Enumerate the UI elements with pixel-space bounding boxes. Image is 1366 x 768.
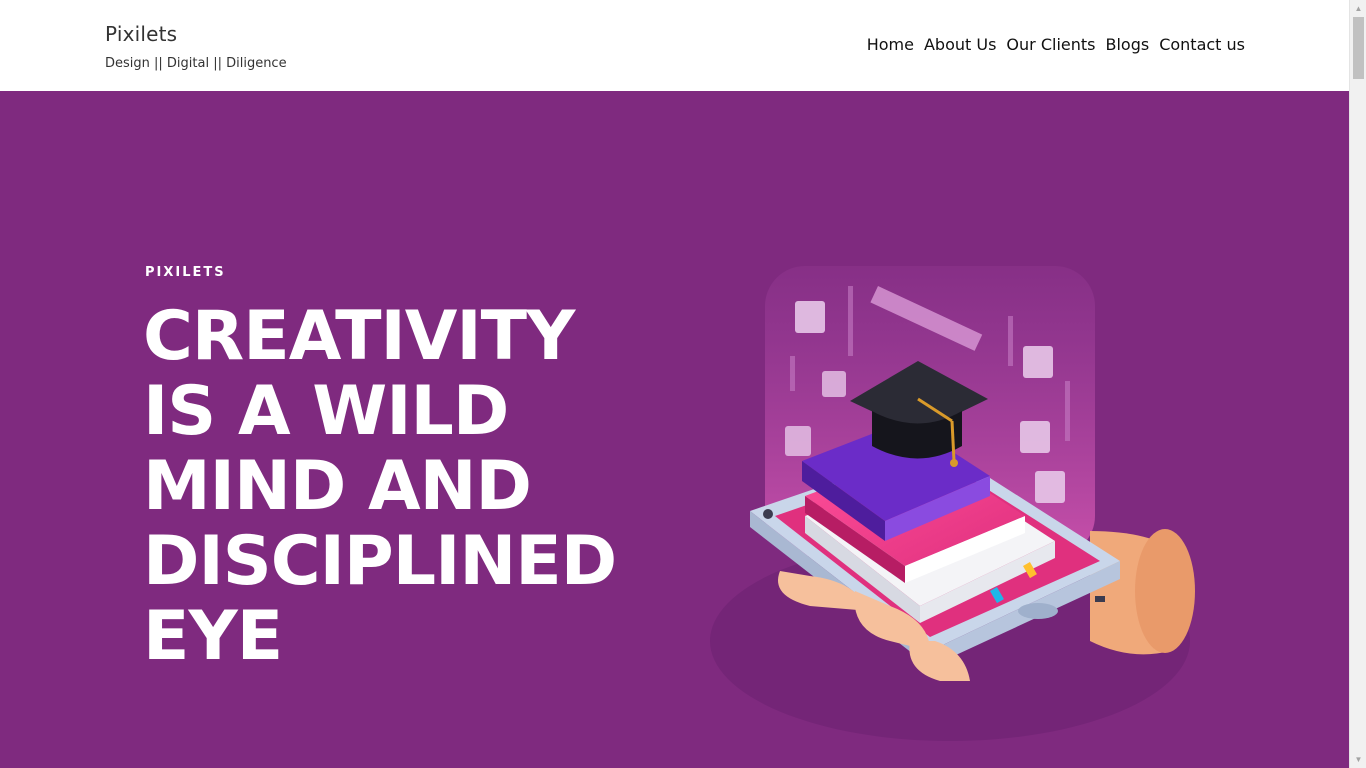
graduation-books-phone-icon <box>710 266 1195 741</box>
headline-line: CREATIVITY <box>143 297 575 376</box>
nav-home[interactable]: Home <box>867 35 914 54</box>
main-nav: Home About Us Our Clients Blogs Contact … <box>857 35 1245 54</box>
hero-eyebrow: PIXILETS <box>145 265 226 280</box>
headline-line: MIND AND <box>143 447 532 526</box>
site-tagline: Design || Digital || Diligence <box>105 56 287 71</box>
site-title[interactable]: Pixilets <box>105 22 287 46</box>
nav-contact-us[interactable]: Contact us <box>1159 35 1245 54</box>
scroll-down-icon[interactable]: ▼ <box>1350 751 1366 768</box>
hero-section: PIXILETS CREATIVITY IS A WILD MIND AND D… <box>0 91 1349 768</box>
site-header: Pixilets Design || Digital || Diligence … <box>0 0 1349 91</box>
hero-headline: CREATIVITY IS A WILD MIND AND DISCIPLINE… <box>143 299 703 674</box>
scroll-up-icon[interactable]: ▲ <box>1350 0 1366 17</box>
scroll-thumb[interactable] <box>1353 17 1364 79</box>
headline-line: DISCIPLINED <box>143 522 617 601</box>
headline-line: EYE <box>143 597 283 676</box>
hero-illustration <box>690 261 1210 741</box>
nav-about-us[interactable]: About Us <box>924 35 996 54</box>
headline-line: IS A WILD <box>143 372 509 451</box>
nav-our-clients[interactable]: Our Clients <box>1006 35 1095 54</box>
brand[interactable]: Pixilets Design || Digital || Diligence <box>105 22 287 71</box>
page-scrollbar[interactable]: ▲ ▼ <box>1349 0 1366 768</box>
nav-blogs[interactable]: Blogs <box>1105 35 1149 54</box>
